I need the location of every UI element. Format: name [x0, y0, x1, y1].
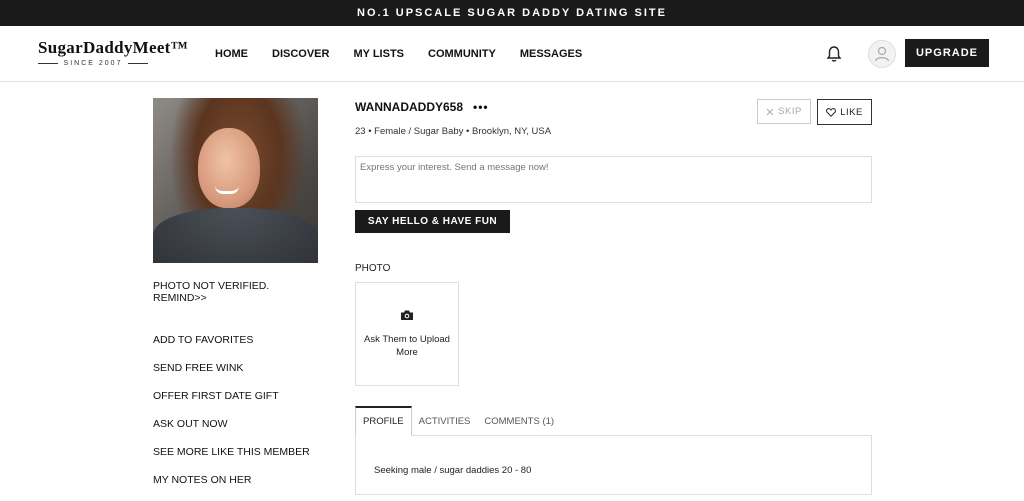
profile-tabs: PROFILE ACTIVITIES COMMENTS (1) — [355, 405, 872, 436]
say-hello-button[interactable]: SAY HELLO & HAVE FUN — [355, 210, 510, 233]
user-icon — [874, 46, 890, 62]
tab-profile[interactable]: PROFILE — [355, 406, 412, 436]
promo-text: NO.1 UPSCALE SUGAR DADDY DATING SITE — [357, 7, 667, 19]
logo-text: SugarDaddyMeet™ — [38, 38, 188, 57]
tab-activities[interactable]: ACTIVITIES — [412, 406, 478, 436]
see-more-link[interactable]: SEE MORE LIKE THIS MEMBER — [153, 445, 323, 473]
upload-text: Ask Them to Upload More — [364, 334, 450, 358]
nav-item-my-lists[interactable]: MY LISTS — [353, 48, 404, 60]
add-to-favorites-link[interactable]: ADD TO FAVORITES — [153, 333, 323, 361]
user-avatar[interactable] — [868, 40, 896, 68]
nav-menu: HOME DISCOVER MY LISTS COMMUNITY MESSAGE… — [215, 26, 606, 82]
photo-section-label: PHOTO — [355, 263, 391, 274]
profile-meta: 23 • Female / Sugar Baby • Brooklyn, NY,… — [355, 126, 552, 137]
logo-tagline: SINCE 2007 — [38, 60, 149, 67]
heart-icon — [826, 107, 837, 117]
skip-label: SKIP — [778, 106, 802, 117]
offer-gift-link[interactable]: OFFER FIRST DATE GIFT — [153, 389, 323, 417]
profile-sidebar: PHOTO NOT VERIFIED. REMIND>> ADD TO FAVO… — [153, 98, 323, 501]
request-photos-button[interactable]: Ask Them to Upload More — [355, 282, 459, 386]
main-nav: SugarDaddyMeet™ SINCE 2007 HOME DISCOVER… — [0, 26, 1024, 82]
upgrade-button[interactable]: UPGRADE — [905, 39, 989, 67]
my-notes-link[interactable]: MY NOTES ON HER — [153, 473, 323, 501]
nav-item-community[interactable]: COMMUNITY — [428, 48, 496, 60]
camera-icon — [401, 310, 413, 320]
nav-item-home[interactable]: HOME — [215, 48, 248, 60]
nav-item-messages[interactable]: MESSAGES — [520, 48, 582, 60]
bell-icon[interactable] — [826, 45, 842, 63]
profile-main: WANNADADDY658 ••• 23 • Female / Sugar Ba… — [355, 98, 872, 495]
like-label: LIKE — [840, 106, 863, 118]
profile-tab-panel: Seeking male / sugar daddies 20 - 80 — [355, 435, 872, 495]
photo-verify-link[interactable]: PHOTO NOT VERIFIED. REMIND>> — [153, 280, 323, 304]
send-wink-link[interactable]: SEND FREE WINK — [153, 361, 323, 389]
logo-since: SINCE 2007 — [63, 60, 123, 67]
skip-button[interactable]: SKIP — [757, 99, 811, 124]
more-options-icon[interactable]: ••• — [473, 100, 489, 114]
seeking-text: Seeking male / sugar daddies 20 - 80 — [374, 465, 532, 476]
promo-banner: NO.1 UPSCALE SUGAR DADDY DATING SITE — [0, 0, 1024, 26]
tab-comments[interactable]: COMMENTS (1) — [477, 406, 561, 436]
action-list: ADD TO FAVORITES SEND FREE WINK OFFER FI… — [153, 333, 323, 501]
username: WANNADADDY658 — [355, 100, 464, 114]
ask-out-link[interactable]: ASK OUT NOW — [153, 417, 323, 445]
like-button[interactable]: LIKE — [817, 99, 872, 125]
close-icon — [766, 108, 774, 115]
message-input[interactable] — [355, 156, 872, 203]
profile-photo[interactable] — [153, 98, 318, 263]
site-logo[interactable]: SugarDaddyMeet™ SINCE 2007 — [38, 38, 188, 67]
nav-item-discover[interactable]: DISCOVER — [272, 48, 329, 60]
